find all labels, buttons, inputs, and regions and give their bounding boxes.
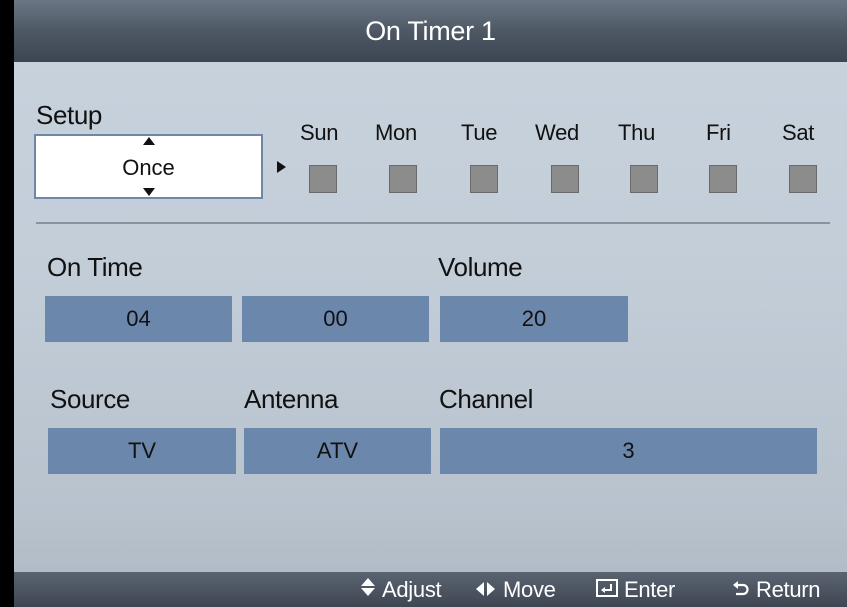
enter-hint-label: Enter: [624, 576, 676, 602]
day-checkbox-sun[interactable]: [309, 165, 337, 193]
dialog-title: On Timer 1: [365, 15, 496, 46]
title-bar: On Timer 1: [14, 0, 847, 62]
footer-hint-bar: Adjust Move Enter Return: [14, 572, 847, 607]
on-time-hour-field[interactable]: 04: [45, 296, 232, 342]
left-right-arrows-icon: [475, 577, 497, 603]
channel-label: Channel: [439, 384, 534, 414]
return-hint-label: Return: [756, 576, 821, 602]
antenna-field[interactable]: ATV: [244, 428, 431, 474]
on-time-label: On Time: [47, 252, 143, 282]
day-label-sat: Sat: [782, 120, 815, 145]
adjust-hint-label: Adjust: [382, 576, 442, 602]
volume-field[interactable]: 20: [440, 296, 628, 342]
day-checkbox-tue[interactable]: [470, 165, 498, 193]
day-label-sun: Sun: [300, 120, 339, 145]
day-label-tue: Tue: [461, 120, 498, 145]
day-checkbox-mon[interactable]: [389, 165, 417, 193]
right-arrow-icon: [277, 161, 286, 173]
up-down-arrows-icon: [360, 577, 376, 603]
section-divider: [36, 222, 830, 224]
day-label-mon: Mon: [375, 120, 417, 145]
return-icon: [732, 577, 750, 603]
day-label-fri: Fri: [706, 120, 731, 145]
source-label: Source: [50, 384, 130, 414]
day-label-wed: Wed: [535, 120, 579, 145]
channel-field[interactable]: 3: [440, 428, 817, 474]
antenna-label: Antenna: [244, 384, 339, 414]
move-hint: Move: [475, 572, 556, 607]
day-label-thu: Thu: [618, 120, 656, 145]
setup-repeat-selector[interactable]: Once: [34, 134, 263, 199]
day-checkbox-sat[interactable]: [789, 165, 817, 193]
enter-icon: [596, 577, 618, 603]
volume-label: Volume: [438, 252, 523, 282]
move-hint-label: Move: [503, 576, 556, 602]
adjust-hint: Adjust: [360, 572, 442, 607]
down-arrow-icon[interactable]: [142, 188, 155, 196]
return-hint: Return: [732, 572, 821, 607]
source-field[interactable]: TV: [48, 428, 236, 474]
up-arrow-icon[interactable]: [142, 137, 155, 145]
setup-value: Once: [122, 155, 175, 180]
day-checkbox-wed[interactable]: [551, 165, 579, 193]
enter-hint: Enter: [596, 572, 675, 607]
setup-label: Setup: [36, 100, 102, 130]
on-timer-dialog: On Timer 1 Setup Once Sun Mon Tue Wed Th…: [14, 0, 847, 607]
day-checkbox-fri[interactable]: [709, 165, 737, 193]
day-checkbox-thu[interactable]: [630, 165, 658, 193]
on-time-minute-field[interactable]: 00: [242, 296, 429, 342]
